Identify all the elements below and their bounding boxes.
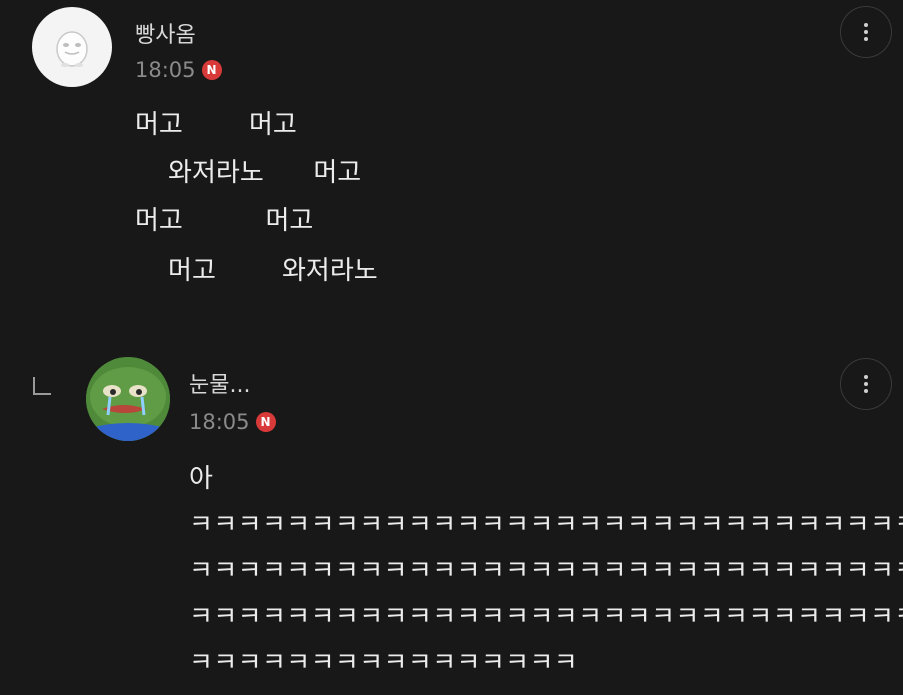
comment-author[interactable]: 눈물...: [189, 367, 250, 399]
comment-meta: 18:05 N: [135, 58, 222, 82]
comment-text-line: ㅋㅋㅋㅋㅋㅋㅋㅋㅋㅋㅋㅋㅋㅋㅋㅋㅋㅋㅋㅋㅋㅋㅋㅋㅋㅋㅋㅋㅋㅋㅋ: [189, 556, 903, 586]
comment-meta: 18:05 N: [189, 410, 276, 434]
comment-text-line: ㅋㅋㅋㅋㅋㅋㅋㅋㅋㅋㅋㅋㅋㅋㅋㅋㅋㅋㅋㅋㅋㅋㅋㅋㅋㅋㅋㅋㅋㅋㅋ: [189, 602, 903, 632]
avatar[interactable]: [86, 357, 170, 441]
reply-comment: 눈물... 18:05 N 아 ㅋㅋㅋㅋㅋㅋㅋㅋㅋㅋㅋㅋㅋㅋㅋㅋㅋㅋㅋㅋㅋㅋㅋㅋ…: [0, 330, 903, 695]
comment-text-line: 아: [189, 464, 213, 494]
new-badge: N: [201, 60, 222, 80]
vertical-ellipsis-icon: [864, 23, 868, 41]
comment-text-line: ㅋㅋㅋㅋㅋㅋㅋㅋㅋㅋㅋㅋㅋㅋㅋㅋㅋㅋㅋㅋㅋㅋㅋㅋㅋㅋㅋㅋㅋㅋㅋ: [189, 510, 903, 540]
white-blob-character-avatar-icon: [56, 31, 88, 67]
comment-time: 18:05: [189, 410, 250, 434]
avatar[interactable]: [32, 7, 112, 87]
comment-text-line: 머고 머고: [135, 110, 297, 140]
comment-text-line: ㅋㅋㅋㅋㅋㅋㅋㅋㅋㅋㅋㅋㅋㅋㅋㅋ: [189, 648, 579, 678]
more-options-button[interactable]: [840, 6, 892, 58]
comment-time: 18:05: [135, 58, 196, 82]
comment-text-line: 머고 와저라노: [135, 256, 378, 286]
reply-indent-icon: [33, 377, 51, 395]
more-options-button[interactable]: [840, 358, 892, 410]
crying-frog-avatar-icon: [86, 357, 170, 441]
comment-text-line: 와저라노 머고: [135, 158, 362, 188]
comment: 빵사옴 18:05 N 머고 머고 와저라노 머고 머고 머고 머고 와저라노: [0, 0, 903, 330]
new-badge: N: [255, 412, 276, 432]
comment-author[interactable]: 빵사옴: [135, 17, 196, 49]
vertical-ellipsis-icon: [864, 375, 868, 393]
comment-text-line: 머고 머고: [135, 206, 314, 236]
